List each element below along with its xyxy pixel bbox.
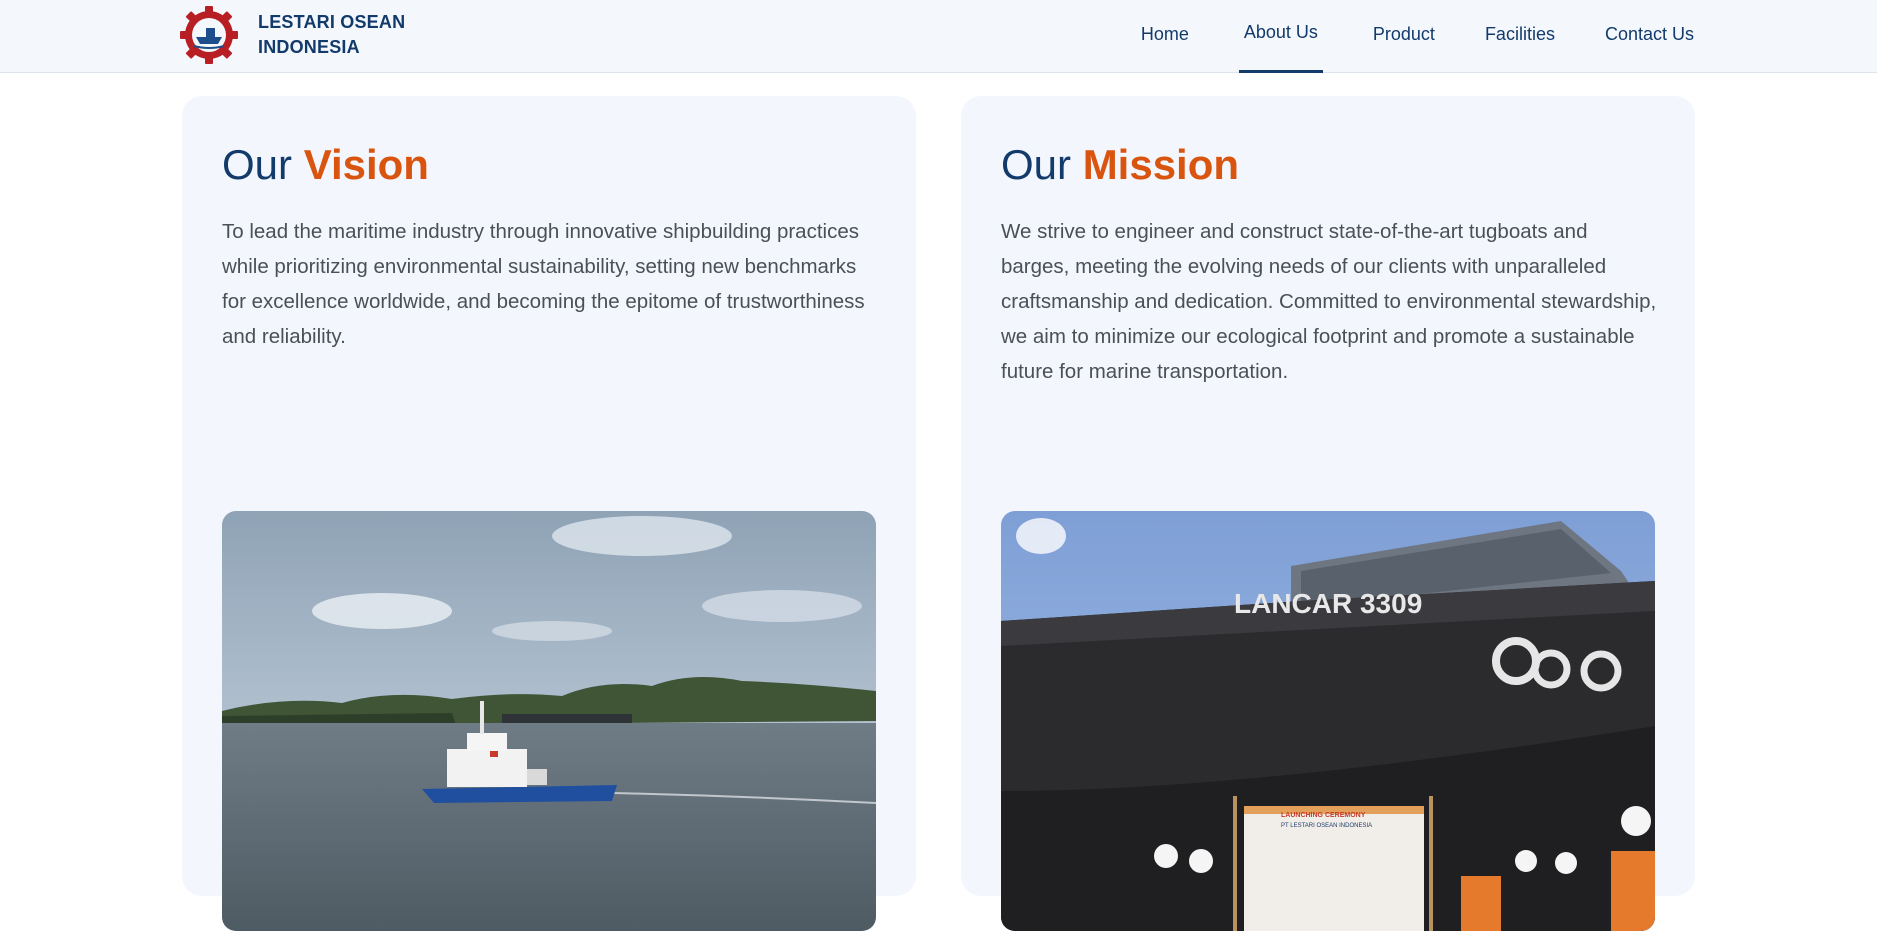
nav-home[interactable]: Home bbox=[1141, 0, 1189, 73]
barge-launching-photo: LANCAR 3309 LAUNCHING CEREMONY PT LESTAR… bbox=[1001, 511, 1655, 931]
nav-product[interactable]: Product bbox=[1373, 0, 1435, 73]
nav-about-us[interactable]: About Us bbox=[1238, 0, 1323, 73]
brand[interactable]: LESTARI OSEAN INDONESIA bbox=[178, 4, 405, 66]
brand-name-line1: LESTARI OSEAN bbox=[258, 12, 406, 32]
banner-title: LAUNCHING CEREMONY bbox=[1281, 812, 1366, 819]
brand-name-line2: INDONESIA bbox=[258, 37, 360, 57]
main-nav: Home About Us Product Facilities Contact… bbox=[1091, 0, 1694, 73]
mission-title-prefix: Our bbox=[1001, 141, 1072, 188]
nav-contact-us[interactable]: Contact Us bbox=[1605, 0, 1694, 73]
site-header: LESTARI OSEAN INDONESIA Home About Us Pr… bbox=[0, 0, 1877, 73]
vision-text: To lead the maritime industry through in… bbox=[222, 220, 865, 348]
nav-facilities[interactable]: Facilities bbox=[1485, 0, 1555, 73]
tugboat-photo bbox=[222, 511, 876, 931]
vision-title-prefix: Our bbox=[222, 141, 293, 188]
company-logo-icon bbox=[180, 6, 238, 64]
mission-title-accent: Mission bbox=[1082, 141, 1240, 188]
hull-name-text: LANCAR 3309 bbox=[1234, 588, 1422, 619]
mission-text: We strive to engineer and construct stat… bbox=[1001, 220, 1657, 383]
mission-title: Our Mission bbox=[1001, 141, 1239, 189]
banner-company: PT LESTARI OSEAN INDONESIA bbox=[1281, 823, 1372, 829]
vision-card: Our Vision To lead the maritime industry… bbox=[182, 96, 916, 931]
brand-name: LESTARI OSEAN INDONESIA bbox=[258, 10, 405, 60]
vision-title-accent: Vision bbox=[303, 141, 429, 188]
mission-card: Our Mission We strive to engineer and co… bbox=[961, 96, 1695, 931]
vision-title: Our Vision bbox=[222, 141, 429, 189]
